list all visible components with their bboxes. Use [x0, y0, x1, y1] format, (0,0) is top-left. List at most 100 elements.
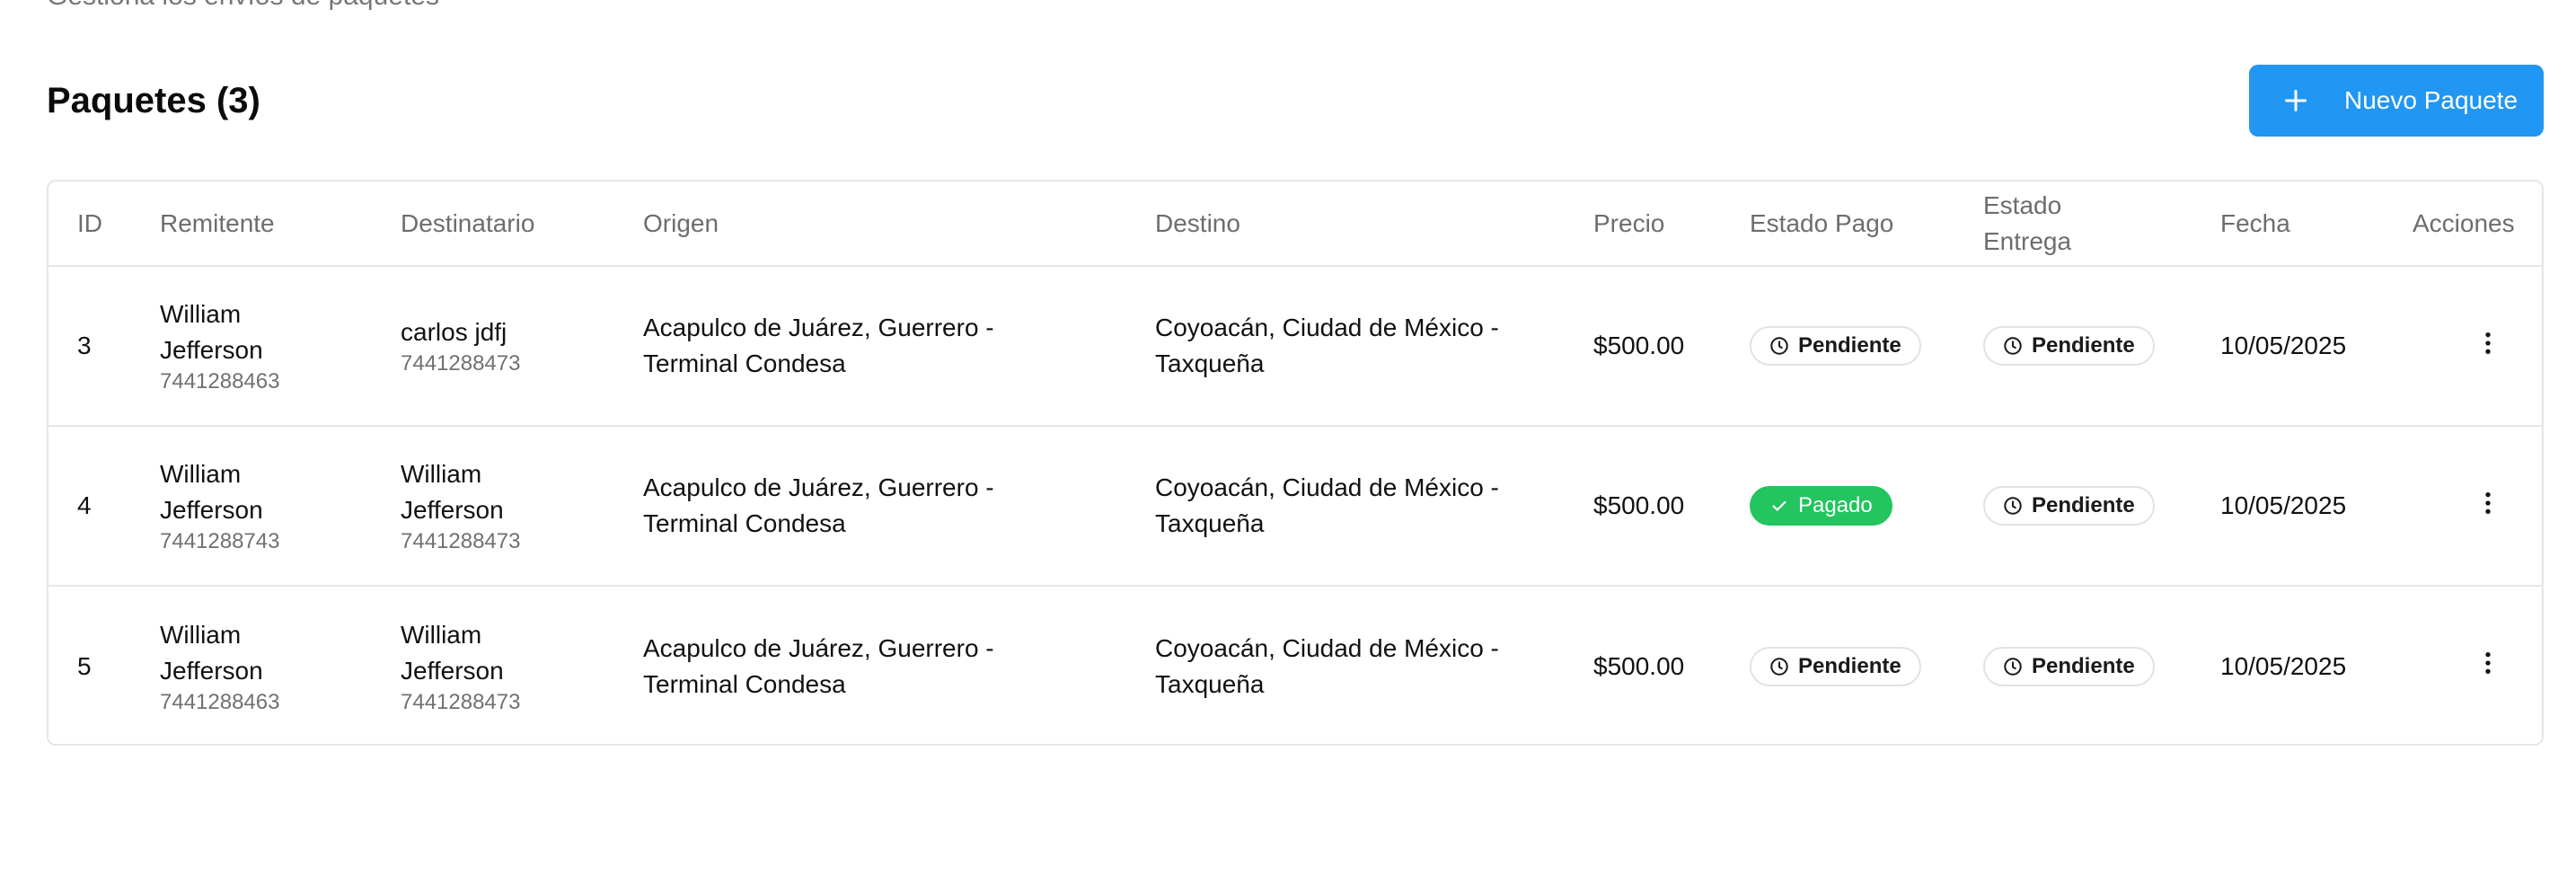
origin-line2: Terminal Condesa: [643, 509, 846, 537]
clock-icon: [2004, 337, 2022, 355]
cell-price: $500.00: [1593, 651, 1685, 680]
payment-status-badge: Pendiente: [1750, 646, 1921, 686]
column-header-price: Precio: [1593, 181, 1750, 267]
cell-origin: Acapulco de Juárez, Guerrero - Terminal …: [643, 266, 1155, 427]
delivery-status-badge: Pendiente: [1983, 646, 2155, 686]
recipient-name: carlos jdfj: [401, 318, 507, 346]
sender-name: William: [160, 620, 242, 649]
column-header-destination: Destino: [1155, 181, 1593, 267]
cell-destination: Coyoacán, Ciudad de México - Taxqueña: [1155, 266, 1593, 427]
cell-sender: William Jefferson 7441288743: [160, 426, 401, 587]
column-header-delivery-status-line1: Estado: [1983, 190, 2062, 219]
column-header-date: Fecha: [2220, 181, 2413, 267]
more-vertical-icon[interactable]: [2470, 325, 2506, 361]
cell-sender: William Jefferson 7441288463: [160, 266, 401, 427]
destination-line1: Coyoacán, Ciudad de México -: [1155, 473, 1499, 501]
origin-line2: Terminal Condesa: [643, 669, 846, 698]
payment-status-label: Pendiente: [1798, 653, 1901, 678]
column-header-delivery-status: Estado Entrega: [1983, 181, 2220, 267]
sender-name-2: Jefferson: [160, 656, 263, 685]
payment-status-label: Pagado: [1798, 493, 1873, 517]
cell-payment-status: Pendiente: [1750, 586, 1983, 744]
destination-line1: Coyoacán, Ciudad de México -: [1155, 314, 1499, 341]
payment-status-badge: Pagado: [1750, 486, 1892, 526]
check-icon: [1772, 500, 1786, 511]
recipient-phone: 7441288473: [401, 351, 521, 376]
cell-id: 5: [77, 651, 92, 680]
cell-id: 3: [49, 266, 160, 427]
more-vertical-icon[interactable]: [2470, 485, 2506, 521]
recipient-name-2: Jefferson: [401, 496, 504, 524]
column-header-delivery-status-line2: Entrega: [1983, 226, 2072, 255]
column-header-sender: Remitente: [160, 181, 401, 267]
recipient-name: William: [401, 620, 482, 649]
sender-name-2: Jefferson: [160, 336, 263, 364]
column-header-origin: Origen: [643, 181, 1155, 267]
delivery-status-badge: Pendiente: [1983, 486, 2155, 526]
recipient-phone: 7441288473: [401, 529, 521, 553]
cell-payment-status: Pendiente: [1750, 266, 1983, 427]
sender-phone: 7441288463: [160, 369, 280, 393]
origin-line1: Acapulco de Juárez, Guerrero -: [643, 314, 994, 341]
cell-actions: [2413, 586, 2542, 744]
recipient-name-2: Jefferson: [401, 656, 504, 685]
cell-sender: William Jefferson 7441288463: [160, 586, 401, 744]
clock-icon: [2004, 657, 2022, 676]
column-header-actions: Acciones: [2413, 181, 2542, 267]
recipient-name: William: [401, 460, 482, 488]
cell-date: 10/05/2025: [2220, 651, 2347, 680]
cell-origin: Acapulco de Juárez, Guerrero - Terminal …: [643, 426, 1155, 587]
cell-id: 4: [49, 426, 160, 587]
delivery-status-label: Pendiente: [2032, 493, 2135, 517]
cell-actions: [2413, 266, 2542, 427]
cell-price: $500.00: [1593, 426, 1750, 587]
column-header-recipient: Destinatario: [401, 181, 643, 267]
delivery-status-label: Pendiente: [2032, 333, 2135, 358]
table-row: 3 William Jefferson 7441288463 carlos jd…: [49, 266, 2542, 427]
table-row: 4 William Jefferson 7441288743 William J…: [49, 426, 2542, 587]
cell-delivery-status: Pendiente: [1983, 426, 2220, 587]
new-package-button[interactable]: Nuevo Paquete: [2249, 65, 2544, 137]
page-subtitle: Gestiona los envíos de paquetes: [47, 0, 439, 14]
sender-phone: 7441288743: [160, 529, 280, 553]
payment-status-label: Pendiente: [1798, 333, 1901, 358]
destination-line1: Coyoacán, Ciudad de México -: [1155, 633, 1499, 662]
column-header-id: ID: [49, 181, 160, 267]
origin-line1: Acapulco de Juárez, Guerrero -: [643, 633, 994, 662]
cell-delivery-status: Pendiente: [1983, 266, 2220, 427]
packages-title: Paquetes (3): [47, 81, 260, 120]
destination-line2: Taxqueña: [1155, 509, 1265, 537]
cell-date: 10/05/2025: [2220, 426, 2413, 587]
packages-page: Gestiona los envíos de paquetes Paquetes…: [0, 0, 2576, 893]
packages-table: ID Remitente Destinatario Origen Destino…: [47, 180, 2544, 746]
clock-icon: [2004, 497, 2022, 515]
column-header-payment-status: Estado Pago: [1750, 181, 1983, 267]
delivery-status-label: Pendiente: [2032, 653, 2135, 678]
cell-payment-status: Pagado: [1750, 426, 1983, 587]
cell-date: 10/05/2025: [2220, 266, 2413, 427]
cell-recipient: William Jefferson 7441288473: [401, 426, 643, 587]
sender-name: William: [160, 460, 242, 488]
cell-origin: Acapulco de Juárez, Guerrero - Terminal …: [643, 586, 1155, 744]
cell-recipient: William Jefferson 7441288473: [401, 586, 643, 744]
more-vertical-icon[interactable]: [2470, 645, 2506, 681]
recipient-phone: 7441288473: [401, 689, 521, 714]
clock-icon: [1770, 337, 1788, 355]
plus-icon: [2280, 84, 2312, 117]
new-package-label: Nuevo Paquete: [2344, 86, 2519, 114]
cell-destination: Coyoacán, Ciudad de México - Taxqueña: [1155, 586, 1593, 744]
origin-line1: Acapulco de Juárez, Guerrero -: [643, 473, 994, 501]
cell-price: $500.00: [1593, 266, 1750, 427]
table-row: 5 William Jefferson 7441288463 William J…: [49, 586, 2542, 744]
cell-delivery-status: Pendiente: [1983, 586, 2220, 744]
clock-icon: [1770, 657, 1788, 676]
delivery-status-badge: Pendiente: [1983, 326, 2155, 366]
cell-recipient: carlos jdfj 7441288473: [401, 266, 643, 427]
destination-line2: Taxqueña: [1155, 669, 1265, 698]
sender-name-2: Jefferson: [160, 496, 263, 524]
sender-phone: 7441288463: [160, 689, 280, 714]
sender-name: William: [160, 300, 242, 328]
origin-line2: Terminal Condesa: [643, 349, 846, 377]
cell-actions: [2413, 426, 2542, 587]
destination-line2: Taxqueña: [1155, 349, 1265, 377]
